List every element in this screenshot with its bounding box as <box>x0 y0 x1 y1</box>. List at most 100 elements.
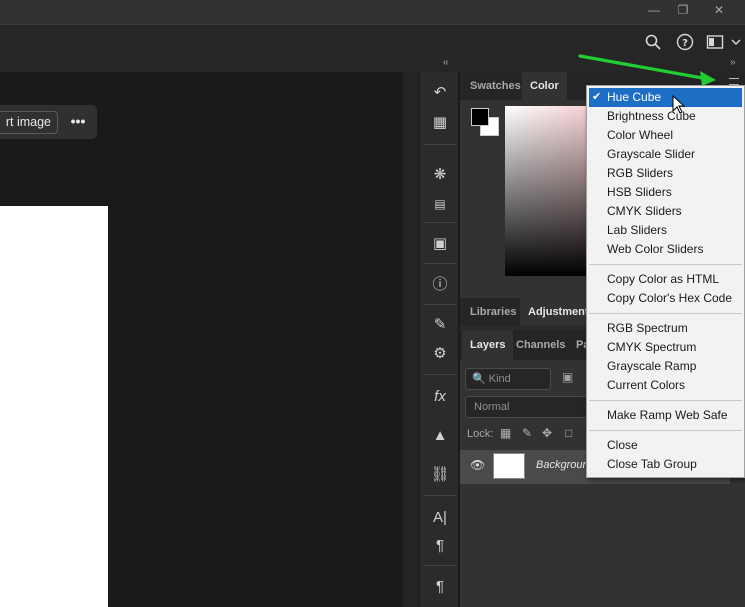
menu-item-cmyk-sliders[interactable]: CMYK Sliders <box>589 202 742 221</box>
menu-item-label: CMYK Spectrum <box>607 340 697 354</box>
menu-item-rgb-sliders[interactable]: RGB Sliders <box>589 164 742 183</box>
menu-item-hue-cube[interactable]: ✔ Hue Cube <box>589 88 742 107</box>
menu-separator <box>589 430 742 431</box>
menu-item-label: Grayscale Slider <box>607 147 696 161</box>
menu-item-label: Grayscale Ramp <box>607 359 697 373</box>
menu-item-close[interactable]: Close <box>589 436 742 455</box>
menu-item-cmyk-spectrum[interactable]: CMYK Spectrum <box>589 338 742 357</box>
close-icon[interactable]: ✕ <box>702 0 736 20</box>
menu-item-label: CMYK Sliders <box>607 204 682 218</box>
blend-mode-select[interactable]: Normal <box>465 396 595 418</box>
menu-item-make-ramp-web-safe[interactable]: Make Ramp Web Safe <box>589 406 742 425</box>
lock-position-icon[interactable]: ✥ <box>542 426 552 440</box>
paragraph-styles-icon[interactable]: ¶ <box>426 575 454 599</box>
collapse-icon[interactable]: « <box>443 57 449 68</box>
contextual-task-bar: rt image ••• <box>0 105 97 139</box>
divider <box>424 565 456 566</box>
menu-item-label: Close Tab Group <box>607 457 697 471</box>
character-icon[interactable]: A| <box>426 506 454 530</box>
color-wheel-icon[interactable]: ❋ <box>426 163 454 187</box>
document-canvas[interactable] <box>0 206 108 607</box>
divider <box>424 144 456 145</box>
chevron-down-icon[interactable] <box>731 38 741 46</box>
more-options-button[interactable]: ••• <box>66 111 90 133</box>
expand-icon[interactable]: » <box>730 57 736 68</box>
tab-channels[interactable]: Channels <box>508 330 574 360</box>
foreground-color-swatch[interactable] <box>471 108 489 126</box>
lock-artboard-icon[interactable]: □ <box>565 426 572 440</box>
info-icon[interactable]: ⓘ <box>426 273 454 297</box>
menu-item-label: Current Colors <box>607 378 686 392</box>
lock-image-pixels-icon[interactable]: ✎ <box>522 426 532 440</box>
menu-item-close-tab-group[interactable]: Close Tab Group <box>589 455 742 474</box>
menu-item-grayscale-slider[interactable]: Grayscale Slider <box>589 145 742 164</box>
visibility-eye-icon[interactable]: 👁 <box>470 458 485 472</box>
divider <box>424 495 456 496</box>
shapes-icon[interactable]: ▲ <box>426 424 454 448</box>
document-area: rt image ••• <box>0 72 403 607</box>
menu-item-label: RGB Spectrum <box>607 321 688 335</box>
menu-item-brightness-cube[interactable]: Brightness Cube <box>589 107 742 126</box>
menu-item-label: Copy Color's Hex Code <box>607 291 733 305</box>
menu-item-label: Web Color Sliders <box>607 242 704 256</box>
color-panel-flyout-menu: ✔ Hue Cube Brightness Cube Color Wheel Grays… <box>586 85 745 478</box>
layer-thumbnail <box>493 453 525 479</box>
menu-item-label: Color Wheel <box>607 128 674 142</box>
help-icon[interactable]: ? <box>676 33 694 51</box>
title-bar: — ❐ ✕ <box>0 0 745 24</box>
menu-item-color-wheel[interactable]: Color Wheel <box>589 126 742 145</box>
divider <box>424 374 456 375</box>
brushes-icon[interactable]: ✎ <box>426 313 454 337</box>
gradients-icon[interactable]: ▣ <box>426 232 454 256</box>
navigator-icon[interactable]: ▦ <box>426 111 454 135</box>
lock-label: Lock: <box>467 428 494 440</box>
panel-collapse-strip: « » <box>0 57 745 72</box>
styles-icon[interactable]: fx <box>426 385 454 409</box>
menu-item-copy-color-as-html[interactable]: Copy Color as HTML <box>589 270 742 289</box>
tab-libraries[interactable]: Libraries <box>462 298 524 326</box>
layer-filter-kind[interactable]: 🔍 Kind <box>465 368 551 390</box>
lock-transparent-pixels-icon[interactable]: ▦ <box>500 426 511 440</box>
menu-item-web-color-sliders[interactable]: Web Color Sliders <box>589 240 742 259</box>
menu-item-lab-sliders[interactable]: Lab Sliders <box>589 221 742 240</box>
menu-separator <box>589 400 742 401</box>
options-bar: ? <box>0 24 745 59</box>
menu-item-label: Lab Sliders <box>607 223 668 237</box>
divider <box>424 222 456 223</box>
restore-icon[interactable]: ❐ <box>666 0 700 20</box>
menu-item-label: Hue Cube <box>607 90 662 104</box>
tab-color[interactable]: Color <box>522 72 567 100</box>
divider <box>424 304 456 305</box>
menu-item-rgb-spectrum[interactable]: RGB Spectrum <box>589 319 742 338</box>
menu-item-label: Make Ramp Web Safe <box>607 408 728 422</box>
tab-swatches[interactable]: Swatches <box>462 72 529 100</box>
workspace-icon[interactable] <box>706 33 724 51</box>
menu-item-label: HSB Sliders <box>607 185 672 199</box>
histogram-icon[interactable]: ▤ <box>426 192 454 216</box>
menu-item-label: Copy Color as HTML <box>607 272 720 286</box>
panel-icon-column: ↶ ▦ ❋ ▤ ▣ ⓘ ✎ ⚙ fx ▲ ⛓ A| ¶ ¶ <box>419 72 459 607</box>
menu-separator <box>589 313 742 314</box>
tab-layers[interactable]: Layers <box>462 330 514 360</box>
clone-source-icon[interactable]: ⛓ <box>426 463 454 487</box>
search-icon[interactable] <box>644 33 662 51</box>
menu-separator <box>589 264 742 265</box>
menu-item-copy-color-s-hex-code[interactable]: Copy Color's Hex Code <box>589 289 742 308</box>
document-scrollbar[interactable] <box>403 72 419 607</box>
image-filter-icon[interactable]: ▣ <box>562 370 573 384</box>
checkmark-icon: ✔ <box>592 91 602 103</box>
paragraph-icon[interactable]: ¶ <box>426 534 454 558</box>
divider <box>424 263 456 264</box>
menu-item-current-colors[interactable]: Current Colors <box>589 376 742 395</box>
menu-item-label: RGB Sliders <box>607 166 674 180</box>
menu-item-label: Close <box>607 438 638 452</box>
menu-item-hsb-sliders[interactable]: HSB Sliders <box>589 183 742 202</box>
history-icon[interactable]: ↶ <box>426 81 454 105</box>
panel-menu-icon[interactable] <box>729 78 739 85</box>
brush-settings-icon[interactable]: ⚙ <box>426 342 454 366</box>
export-image-button[interactable]: rt image <box>0 111 58 134</box>
svg-text:?: ? <box>682 38 688 49</box>
menu-item-grayscale-ramp[interactable]: Grayscale Ramp <box>589 357 742 376</box>
kind-label: Kind <box>488 373 511 385</box>
mouse-pointer-icon <box>672 95 686 114</box>
